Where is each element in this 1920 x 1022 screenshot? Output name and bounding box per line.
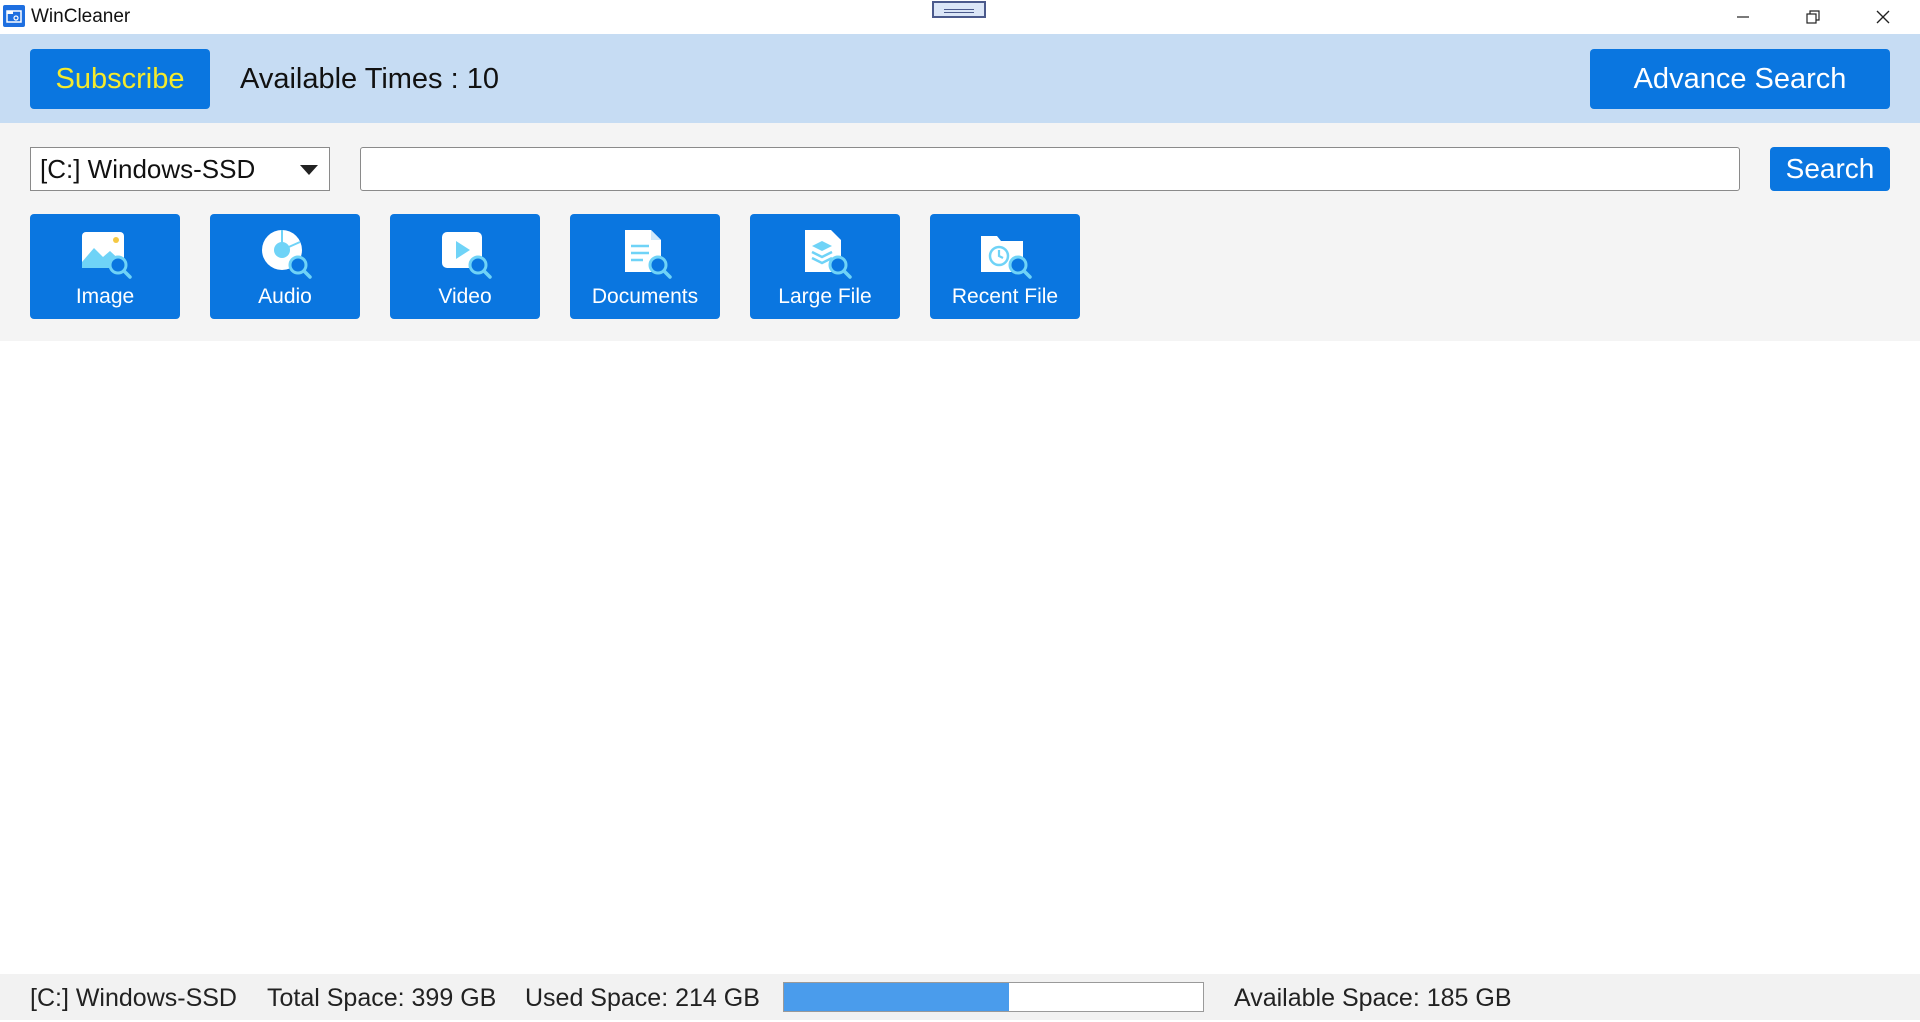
category-label: Recent File [951, 285, 1059, 308]
document-search-icon [625, 230, 672, 279]
window-title: WinCleaner [31, 6, 131, 27]
large-file-search-icon [805, 230, 852, 279]
category-image-button[interactable]: Image [30, 214, 180, 319]
subscribe-button[interactable]: Subscribe [30, 49, 210, 109]
category-label: Large File [778, 285, 872, 308]
category-label: Audio [258, 285, 312, 308]
video-search-icon [442, 232, 492, 279]
minimize-button[interactable] [1708, 0, 1778, 34]
results-area [0, 341, 1920, 974]
header-band: Subscribe Available Times : 10 Advance S… [0, 34, 1920, 123]
category-video-button[interactable]: Video [390, 214, 540, 319]
status-available-space: Available Space: 185 GB [1234, 984, 1512, 1012]
app-logo-icon [3, 5, 25, 27]
category-label: Video [438, 285, 492, 308]
audio-search-icon [262, 230, 312, 279]
restore-icon [1806, 10, 1820, 24]
search-button[interactable]: Search [1770, 147, 1890, 191]
advance-search-button[interactable]: Advance Search [1590, 49, 1890, 109]
minimize-icon [1737, 16, 1749, 18]
close-button[interactable] [1848, 0, 1918, 34]
search-input[interactable] [360, 147, 1740, 191]
recent-file-search-icon [981, 236, 1032, 279]
category-large-file-button[interactable]: Large File [750, 214, 900, 319]
status-used-space: Used Space: 214 GB [525, 984, 760, 1012]
close-icon [1876, 10, 1890, 24]
status-drive: [C:] Windows-SSD [30, 984, 237, 1012]
restore-button[interactable] [1778, 0, 1848, 34]
dropdown-caret-icon [300, 165, 318, 175]
drive-select-value: [C:] Windows-SSD [40, 154, 256, 184]
title-bar: WinCleaner [0, 0, 1920, 34]
category-recent-file-button[interactable]: Recent File [930, 214, 1080, 319]
image-search-icon [82, 232, 132, 279]
category-label: Documents [591, 285, 699, 308]
category-label: Image [75, 285, 135, 308]
drive-select[interactable]: [C:] Windows-SSD [30, 147, 330, 191]
category-audio-button[interactable]: Audio [210, 214, 360, 319]
disk-usage-bar [783, 982, 1204, 1012]
drag-handle[interactable] [932, 1, 986, 18]
search-toolbar: [C:] Windows-SSD Search Image Audio Vide… [0, 123, 1920, 341]
available-times-label: Available Times : 10 [240, 63, 499, 95]
category-documents-button[interactable]: Documents [570, 214, 720, 319]
status-total-space: Total Space: 399 GB [267, 984, 497, 1012]
status-bar: [C:] Windows-SSD Total Space: 399 GB Use… [0, 974, 1920, 1020]
disk-usage-fill [784, 983, 1009, 1011]
